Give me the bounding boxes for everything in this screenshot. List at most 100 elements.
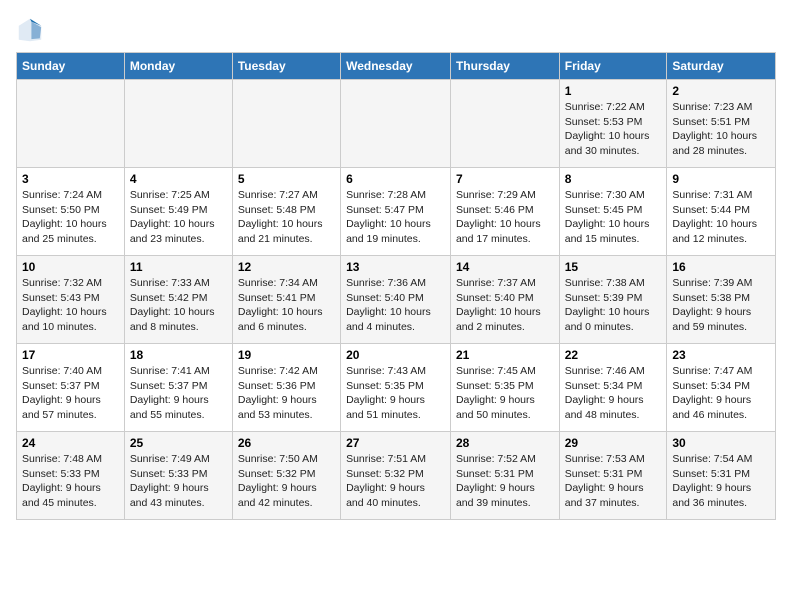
day-info: Sunrise: 7:54 AM Sunset: 5:31 PM Dayligh… [672,452,770,511]
day-cell: 1 Sunrise: 7:22 AM Sunset: 5:53 PM Daylig… [559,80,667,168]
day-cell: 27 Sunrise: 7:51 AM Sunset: 5:32 PM Dayli… [341,432,451,520]
day-info: Sunrise: 7:30 AM Sunset: 5:45 PM Dayligh… [565,188,662,247]
day-info: Sunrise: 7:29 AM Sunset: 5:46 PM Dayligh… [456,188,554,247]
day-info: Sunrise: 7:53 AM Sunset: 5:31 PM Dayligh… [565,452,662,511]
day-number: 5 [238,172,335,186]
day-info: Sunrise: 7:23 AM Sunset: 5:51 PM Dayligh… [672,100,770,159]
day-cell: 4 Sunrise: 7:25 AM Sunset: 5:49 PM Daylig… [124,168,232,256]
day-number: 21 [456,348,554,362]
day-info: Sunrise: 7:41 AM Sunset: 5:37 PM Dayligh… [130,364,227,423]
day-cell: 10 Sunrise: 7:32 AM Sunset: 5:43 PM Dayli… [17,256,125,344]
day-number: 8 [565,172,662,186]
day-info: Sunrise: 7:45 AM Sunset: 5:35 PM Dayligh… [456,364,554,423]
week-row-2: 3Sunrise: 7:24 AM Sunset: 5:50 PM Daylig… [17,168,776,256]
day-number: 3 [22,172,119,186]
logo [16,16,48,44]
day-info: Sunrise: 7:43 AM Sunset: 5:35 PM Dayligh… [346,364,445,423]
day-cell [450,80,559,168]
day-number: 16 [672,260,770,274]
day-info: Sunrise: 7:25 AM Sunset: 5:49 PM Dayligh… [130,188,227,247]
day-info: Sunrise: 7:46 AM Sunset: 5:34 PM Dayligh… [565,364,662,423]
day-cell: 13 Sunrise: 7:36 AM Sunset: 5:40 PM Dayli… [341,256,451,344]
calendar-header: SundayMondayTuesdayWednesdayThursdayFrid… [17,53,776,80]
day-cell: 9Sunrise: 7:31 AM Sunset: 5:44 PM Daylig… [667,168,776,256]
day-info: Sunrise: 7:37 AM Sunset: 5:40 PM Dayligh… [456,276,554,335]
day-cell: 21 Sunrise: 7:45 AM Sunset: 5:35 PM Dayli… [450,344,559,432]
day-number: 4 [130,172,227,186]
column-header-thursday: Thursday [450,53,559,80]
day-number: 10 [22,260,119,274]
day-number: 24 [22,436,119,450]
day-cell: 28 Sunrise: 7:52 AM Sunset: 5:31 PM Dayli… [450,432,559,520]
day-cell: 29 Sunrise: 7:53 AM Sunset: 5:31 PM Dayli… [559,432,667,520]
day-cell: 26Sunrise: 7:50 AM Sunset: 5:32 PM Dayli… [232,432,340,520]
day-info: Sunrise: 7:52 AM Sunset: 5:31 PM Dayligh… [456,452,554,511]
day-number: 28 [456,436,554,450]
day-info: Sunrise: 7:27 AM Sunset: 5:48 PM Dayligh… [238,188,335,247]
day-cell: 2 Sunrise: 7:23 AM Sunset: 5:51 PM Daylig… [667,80,776,168]
day-cell: 12 Sunrise: 7:34 AM Sunset: 5:41 PM Dayli… [232,256,340,344]
column-header-tuesday: Tuesday [232,53,340,80]
day-number: 15 [565,260,662,274]
day-number: 18 [130,348,227,362]
day-cell: 11 Sunrise: 7:33 AM Sunset: 5:42 PM Dayli… [124,256,232,344]
day-info: Sunrise: 7:36 AM Sunset: 5:40 PM Dayligh… [346,276,445,335]
day-info: Sunrise: 7:40 AM Sunset: 5:37 PM Dayligh… [22,364,119,423]
day-info: Sunrise: 7:32 AM Sunset: 5:43 PM Dayligh… [22,276,119,335]
day-info: Sunrise: 7:33 AM Sunset: 5:42 PM Dayligh… [130,276,227,335]
logo-icon [16,16,44,44]
day-info: Sunrise: 7:51 AM Sunset: 5:32 PM Dayligh… [346,452,445,511]
day-number: 26 [238,436,335,450]
day-number: 27 [346,436,445,450]
day-info: Sunrise: 7:39 AM Sunset: 5:38 PM Dayligh… [672,276,770,335]
day-cell: 30Sunrise: 7:54 AM Sunset: 5:31 PM Dayli… [667,432,776,520]
day-number: 17 [22,348,119,362]
day-number: 11 [130,260,227,274]
day-info: Sunrise: 7:47 AM Sunset: 5:34 PM Dayligh… [672,364,770,423]
day-cell: 8 Sunrise: 7:30 AM Sunset: 5:45 PM Daylig… [559,168,667,256]
day-cell: 24Sunrise: 7:48 AM Sunset: 5:33 PM Dayli… [17,432,125,520]
column-header-monday: Monday [124,53,232,80]
day-cell: 16 Sunrise: 7:39 AM Sunset: 5:38 PM Dayli… [667,256,776,344]
day-cell [17,80,125,168]
day-cell: 20 Sunrise: 7:43 AM Sunset: 5:35 PM Dayli… [341,344,451,432]
day-cell: 3Sunrise: 7:24 AM Sunset: 5:50 PM Daylig… [17,168,125,256]
day-info: Sunrise: 7:34 AM Sunset: 5:41 PM Dayligh… [238,276,335,335]
day-number: 13 [346,260,445,274]
day-cell: 5 Sunrise: 7:27 AM Sunset: 5:48 PM Daylig… [232,168,340,256]
day-cell: 15 Sunrise: 7:38 AM Sunset: 5:39 PM Dayli… [559,256,667,344]
day-info: Sunrise: 7:38 AM Sunset: 5:39 PM Dayligh… [565,276,662,335]
day-number: 14 [456,260,554,274]
day-cell: 22 Sunrise: 7:46 AM Sunset: 5:34 PM Dayli… [559,344,667,432]
day-number: 2 [672,84,770,98]
day-number: 1 [565,84,662,98]
column-header-saturday: Saturday [667,53,776,80]
day-cell: 19Sunrise: 7:42 AM Sunset: 5:36 PM Dayli… [232,344,340,432]
column-header-sunday: Sunday [17,53,125,80]
day-cell: 14 Sunrise: 7:37 AM Sunset: 5:40 PM Dayli… [450,256,559,344]
day-number: 7 [456,172,554,186]
day-cell: 23 Sunrise: 7:47 AM Sunset: 5:34 PM Dayli… [667,344,776,432]
day-cell [232,80,340,168]
day-number: 20 [346,348,445,362]
day-info: Sunrise: 7:22 AM Sunset: 5:53 PM Dayligh… [565,100,662,159]
day-cell [124,80,232,168]
day-cell: 6 Sunrise: 7:28 AM Sunset: 5:47 PM Daylig… [341,168,451,256]
day-cell [341,80,451,168]
week-row-1: 1 Sunrise: 7:22 AM Sunset: 5:53 PM Daylig… [17,80,776,168]
week-row-4: 17 Sunrise: 7:40 AM Sunset: 5:37 PM Dayli… [17,344,776,432]
column-header-wednesday: Wednesday [341,53,451,80]
day-info: Sunrise: 7:31 AM Sunset: 5:44 PM Dayligh… [672,188,770,247]
day-info: Sunrise: 7:49 AM Sunset: 5:33 PM Dayligh… [130,452,227,511]
day-cell: 25 Sunrise: 7:49 AM Sunset: 5:33 PM Dayli… [124,432,232,520]
day-number: 6 [346,172,445,186]
day-number: 23 [672,348,770,362]
day-number: 12 [238,260,335,274]
day-cell: 17 Sunrise: 7:40 AM Sunset: 5:37 PM Dayli… [17,344,125,432]
day-number: 22 [565,348,662,362]
day-number: 29 [565,436,662,450]
week-row-3: 10 Sunrise: 7:32 AM Sunset: 5:43 PM Dayli… [17,256,776,344]
calendar-body: 1 Sunrise: 7:22 AM Sunset: 5:53 PM Daylig… [17,80,776,520]
day-info: Sunrise: 7:28 AM Sunset: 5:47 PM Dayligh… [346,188,445,247]
day-number: 25 [130,436,227,450]
